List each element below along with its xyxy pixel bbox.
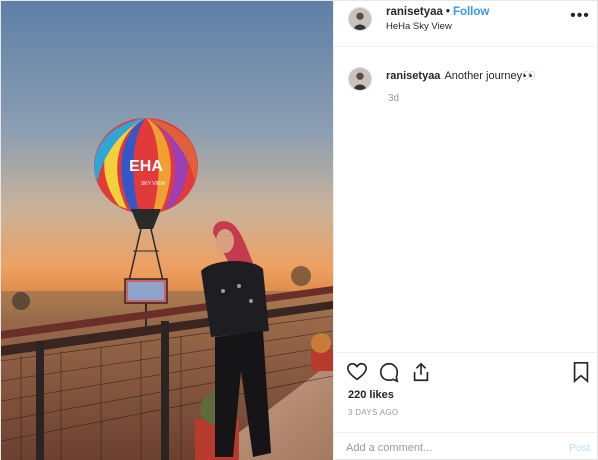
action-bar: 220 likes 3 DAYS AGO — [334, 352, 598, 432]
comment-input[interactable] — [346, 439, 546, 457]
comments-section: ranisetyaa Another journey👀 3d — [334, 47, 598, 352]
bookmark-icon[interactable] — [570, 361, 592, 383]
likes-count[interactable]: 220 likes — [348, 389, 394, 401]
caption-avatar[interactable] — [348, 67, 372, 91]
user-avatar[interactable] — [348, 7, 372, 31]
separator-dot: • — [445, 6, 450, 18]
post-date[interactable]: 3 DAYS AGO — [348, 408, 398, 417]
heart-icon[interactable] — [346, 361, 368, 383]
post-sidebar: ranisetyaa • Follow HeHa Sky View ••• rani… — [333, 1, 598, 460]
location-link[interactable]: HeHa Sky View — [386, 21, 452, 32]
header-username[interactable]: ranisetyaa — [386, 6, 443, 18]
balloon-logo-text: EHA — [129, 158, 163, 175]
avatar-image — [349, 68, 371, 90]
photo-scene: EHA SKY VIEW — [1, 1, 333, 460]
post-card: EHA SKY VIEW ranisetyaa • Follow HeHa Sk… — [0, 0, 598, 460]
post-photo[interactable]: EHA SKY VIEW — [1, 1, 333, 460]
caption-username[interactable]: ranisetyaa — [386, 70, 440, 82]
caption: ranisetyaa Another journey👀 — [386, 69, 536, 82]
share-icon[interactable] — [410, 361, 432, 383]
add-comment-bar: Post — [334, 432, 598, 460]
comment-icon[interactable] — [378, 361, 400, 383]
follow-button[interactable]: Follow — [453, 6, 489, 18]
post-header: ranisetyaa • Follow HeHa Sky View ••• — [334, 1, 598, 47]
avatar-image — [349, 8, 371, 30]
post-comment-button[interactable]: Post — [569, 442, 590, 454]
more-options-icon[interactable]: ••• — [570, 8, 590, 25]
caption-text: Another journey👀 — [444, 70, 536, 82]
header-user-line: ranisetyaa • Follow — [386, 6, 489, 18]
balloon-logo-subtext: SKY VIEW — [141, 181, 165, 187]
caption-time: 3d — [388, 93, 400, 104]
